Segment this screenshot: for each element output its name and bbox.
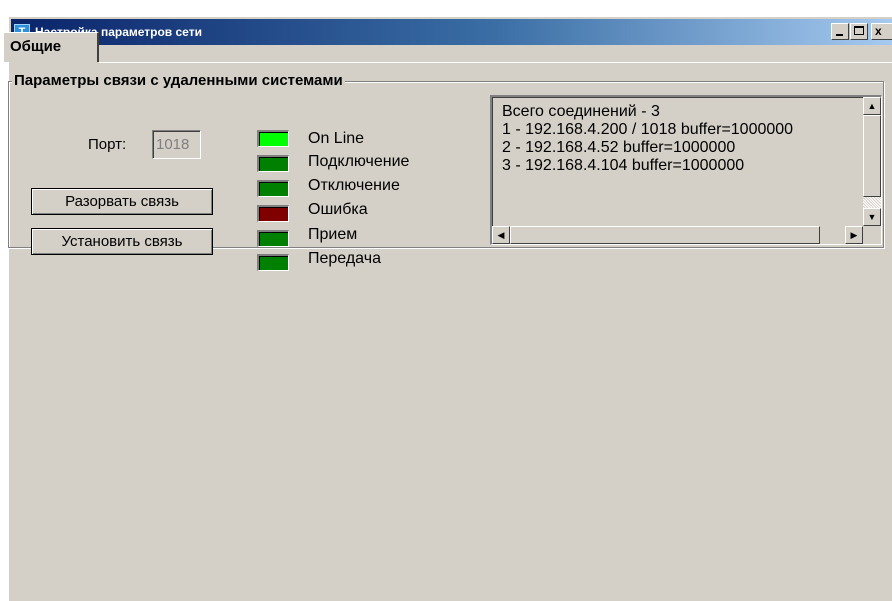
connect-button[interactable]: Установить связь [31, 228, 213, 255]
group-title: Параметры связи с удаленными системами [12, 72, 345, 89]
scroll-left-arrow-icon[interactable]: ◀ [492, 226, 510, 244]
tab-strip-divider [99, 62, 892, 63]
port-input[interactable]: 1018 [152, 130, 201, 159]
minimize-icon [836, 34, 843, 36]
connections-list: Всего соединений - 3 1 - 192.168.4.200 /… [502, 103, 852, 175]
vertical-scrollbar[interactable]: ▲ ▼ [863, 97, 881, 226]
close-icon: x [875, 24, 882, 38]
indicator-error-label: Ошибка [308, 201, 368, 218]
scroll-up-arrow-icon[interactable]: ▲ [863, 97, 881, 115]
connections-listbox[interactable]: Всего соединений - 3 1 - 192.168.4.200 /… [490, 95, 882, 245]
indicator-connecting-led [257, 155, 289, 172]
indicator-online-led [257, 130, 289, 147]
indicator-disconnecting-led [257, 180, 289, 197]
title-bar[interactable]: T Настройка параметров сети x [11, 19, 892, 45]
indicator-transmit-led [257, 254, 289, 271]
maximize-icon [854, 26, 864, 35]
vertical-scroll-track[interactable] [863, 197, 881, 208]
tab-general[interactable]: Общие [3, 32, 99, 62]
scrollbar-corner [863, 226, 881, 244]
disconnect-button[interactable]: Разорвать связь [31, 188, 213, 215]
scroll-down-arrow-icon[interactable]: ▼ [863, 208, 881, 226]
indicator-receive-led [257, 230, 289, 247]
indicator-transmit-label: Передача [308, 250, 381, 267]
vertical-scroll-thumb[interactable] [863, 115, 881, 197]
scroll-right-arrow-icon[interactable]: ▶ [845, 226, 863, 244]
horizontal-scroll-thumb[interactable] [510, 226, 820, 244]
horizontal-scrollbar[interactable]: ◀ ▶ [492, 226, 863, 244]
minimize-button[interactable] [831, 23, 849, 40]
indicator-connecting-label: Подключение [308, 153, 410, 170]
indicator-receive-label: Прием [308, 226, 358, 243]
indicator-error-led [257, 205, 289, 222]
connection-line[interactable]: 1 - 192.168.4.200 / 1018 buffer=1000000 [502, 121, 852, 139]
port-label: Порт: [88, 136, 127, 153]
connection-line[interactable]: 2 - 192.168.4.52 buffer=1000000 [502, 139, 852, 157]
connections-total-line[interactable]: Всего соединений - 3 [502, 103, 852, 121]
close-button[interactable]: x [871, 23, 892, 40]
indicator-online-label: On Line [308, 130, 365, 147]
indicator-disconnecting-label: Отключение [308, 177, 400, 194]
maximize-button[interactable] [850, 23, 868, 40]
connection-line[interactable]: 3 - 192.168.4.104 buffer=1000000 [502, 157, 852, 175]
